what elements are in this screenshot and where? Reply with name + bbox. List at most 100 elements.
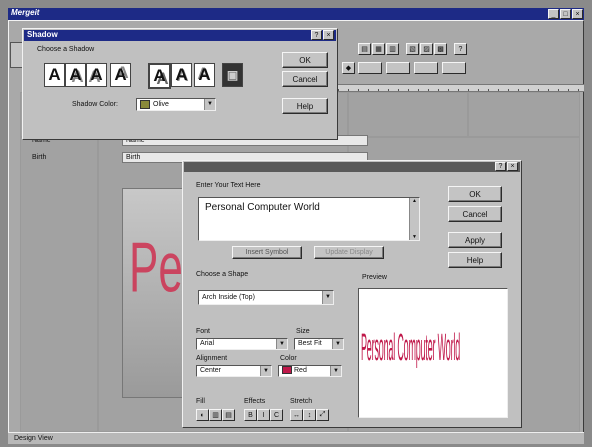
toolbar-button-1[interactable]: ▤ [358, 43, 371, 55]
toolbar-button-11[interactable] [442, 62, 466, 74]
shadow-help-button[interactable]: Help [282, 98, 328, 114]
field-value-birth-text: Birth [126, 154, 141, 161]
shadow-dialog-title-bar: Shadow [24, 30, 336, 41]
stretch-vertical-icon[interactable]: ↕ [303, 409, 316, 421]
font-select[interactable]: Arial ▼ [196, 338, 288, 350]
shadow-option-5[interactable]: A [148, 63, 171, 89]
shadow-color-value: Olive [153, 101, 169, 108]
shadow-dialog-close-icon[interactable]: × [323, 30, 334, 40]
grid-cell [20, 137, 98, 432]
alignment-select[interactable]: Center ▼ [196, 365, 272, 377]
toolbar-button-4[interactable]: ▧ [406, 43, 419, 55]
preview-label: Preview [362, 274, 387, 281]
shadow-option-2[interactable]: A [65, 63, 86, 87]
shadow-option-3[interactable]: A [86, 63, 107, 87]
alignment-select-value: Center [200, 367, 222, 374]
toolbar-button-6[interactable]: ▩ [434, 43, 447, 55]
toolbar-button-5[interactable]: ▨ [420, 43, 433, 55]
fill-gradient-icon[interactable]: ▤ [222, 409, 235, 421]
shadow-dialog-title: Shadow [27, 30, 58, 39]
stretch-horizontal-icon[interactable]: ↔ [290, 409, 303, 421]
status-bar: Design View [8, 432, 584, 444]
app-title-bar: Mergeit [8, 8, 584, 20]
text-ok-button[interactable]: OK [448, 186, 502, 202]
grid-cell [348, 92, 468, 137]
chevron-down-icon[interactable]: ▼ [322, 291, 333, 304]
status-text: Design View [14, 435, 53, 442]
window-controls: _ □ × [548, 9, 584, 19]
text-dialog-help-icon[interactable]: ? [495, 162, 506, 171]
toolbar-button-8[interactable] [358, 62, 382, 74]
horizontal-ruler [338, 84, 584, 92]
chevron-down-icon[interactable]: ▼ [332, 339, 343, 349]
toolbar-button-9[interactable] [386, 62, 410, 74]
olive-swatch [140, 99, 150, 109]
chevron-down-icon[interactable]: ▼ [204, 99, 215, 110]
fill-solid-icon[interactable]: ◐ [196, 409, 209, 421]
effects-label: Effects [244, 398, 266, 405]
shadow-option-more[interactable]: ▣ [222, 63, 243, 87]
close-icon[interactable]: × [572, 9, 583, 19]
toolbar-button-3[interactable]: ▥ [386, 43, 399, 55]
help-pointer-icon[interactable]: ? [454, 43, 467, 55]
grid-cell [468, 92, 580, 137]
preview-box: Personal Computer World [358, 288, 508, 418]
shadow-color-label: Shadow Color: [72, 101, 118, 108]
shape-select-value: Arch Inside (Top) [202, 294, 255, 301]
effect-italic-icon[interactable]: I [257, 409, 270, 421]
preview-text: Personal Computer World [361, 329, 461, 370]
text-scrollbar[interactable]: ▲ ▼ [409, 198, 419, 240]
text-help-button[interactable]: Help [448, 252, 502, 268]
insert-symbol-button[interactable]: Insert Symbol [232, 246, 302, 259]
size-label: Size [296, 328, 310, 335]
chevron-down-icon[interactable]: ▼ [330, 366, 341, 376]
text-input-value: Personal Computer World [205, 202, 320, 213]
field-label-birth: Birth [32, 154, 47, 161]
shadow-option-6[interactable]: A [171, 63, 192, 87]
scroll-up-icon[interactable]: ▲ [410, 198, 419, 204]
chevron-down-icon[interactable]: ▼ [260, 366, 271, 376]
stretch-both-icon[interactable]: ⤢ [316, 409, 329, 421]
shadow-section-label: Choose a Shadow [37, 46, 95, 53]
size-select-value: Best Fit [298, 340, 322, 347]
red-swatch [282, 366, 292, 375]
shadow-option-7[interactable]: A [194, 63, 215, 87]
text-apply-button[interactable]: Apply [448, 232, 502, 248]
color-select-value: Red [294, 367, 307, 374]
font-label: Font [196, 328, 211, 335]
toolbar-button-7[interactable]: ◆ [342, 62, 355, 74]
fill-label: Fill [196, 398, 205, 405]
text-dialog-close-icon[interactable]: × [507, 162, 518, 171]
shadow-option-none[interactable]: A [44, 63, 65, 87]
choose-shape-label: Choose a Shape [196, 271, 249, 278]
effect-outline-icon[interactable]: C [270, 409, 283, 421]
scroll-down-icon[interactable]: ▼ [410, 234, 419, 240]
text-dialog-title-bar [184, 162, 520, 172]
maximize-icon[interactable]: □ [560, 9, 571, 19]
toolbar-button-2[interactable]: ▦ [372, 43, 385, 55]
update-display-button[interactable]: Update Display [314, 246, 384, 259]
effect-bold-icon[interactable]: B [244, 409, 257, 421]
enter-text-label: Enter Your Text Here [196, 182, 261, 189]
shadow-color-select[interactable]: Olive ▼ [136, 98, 216, 111]
alignment-label: Alignment [196, 355, 228, 362]
shadow-dialog-help-icon[interactable]: ? [311, 30, 322, 40]
text-cancel-button[interactable]: Cancel [448, 206, 502, 222]
formatting-toolbar: ▤ ▦ ▥ ▧ ▨ ▩ ? ◆ [338, 40, 578, 80]
shadow-ok-button[interactable]: OK [282, 52, 328, 68]
size-select[interactable]: Best Fit ▼ [294, 338, 344, 350]
color-label: Color [280, 355, 297, 362]
wordart-object[interactable]: Pec [122, 188, 186, 398]
stretch-label: Stretch [290, 398, 313, 405]
color-select[interactable]: Red ▼ [278, 365, 342, 377]
shadow-option-4[interactable]: A [110, 63, 131, 87]
font-select-value: Arial [200, 340, 215, 347]
minimize-icon[interactable]: _ [548, 9, 559, 19]
toolbar-button-10[interactable] [414, 62, 438, 74]
chevron-down-icon[interactable]: ▼ [276, 339, 287, 349]
app-title: Mergeit [11, 8, 40, 17]
fill-pattern-icon[interactable]: ▥ [209, 409, 222, 421]
shape-select[interactable]: Arch Inside (Top) ▼ [198, 290, 334, 305]
shadow-cancel-button[interactable]: Cancel [282, 71, 328, 87]
text-input-area[interactable]: Personal Computer World ▲ ▼ [198, 197, 420, 241]
